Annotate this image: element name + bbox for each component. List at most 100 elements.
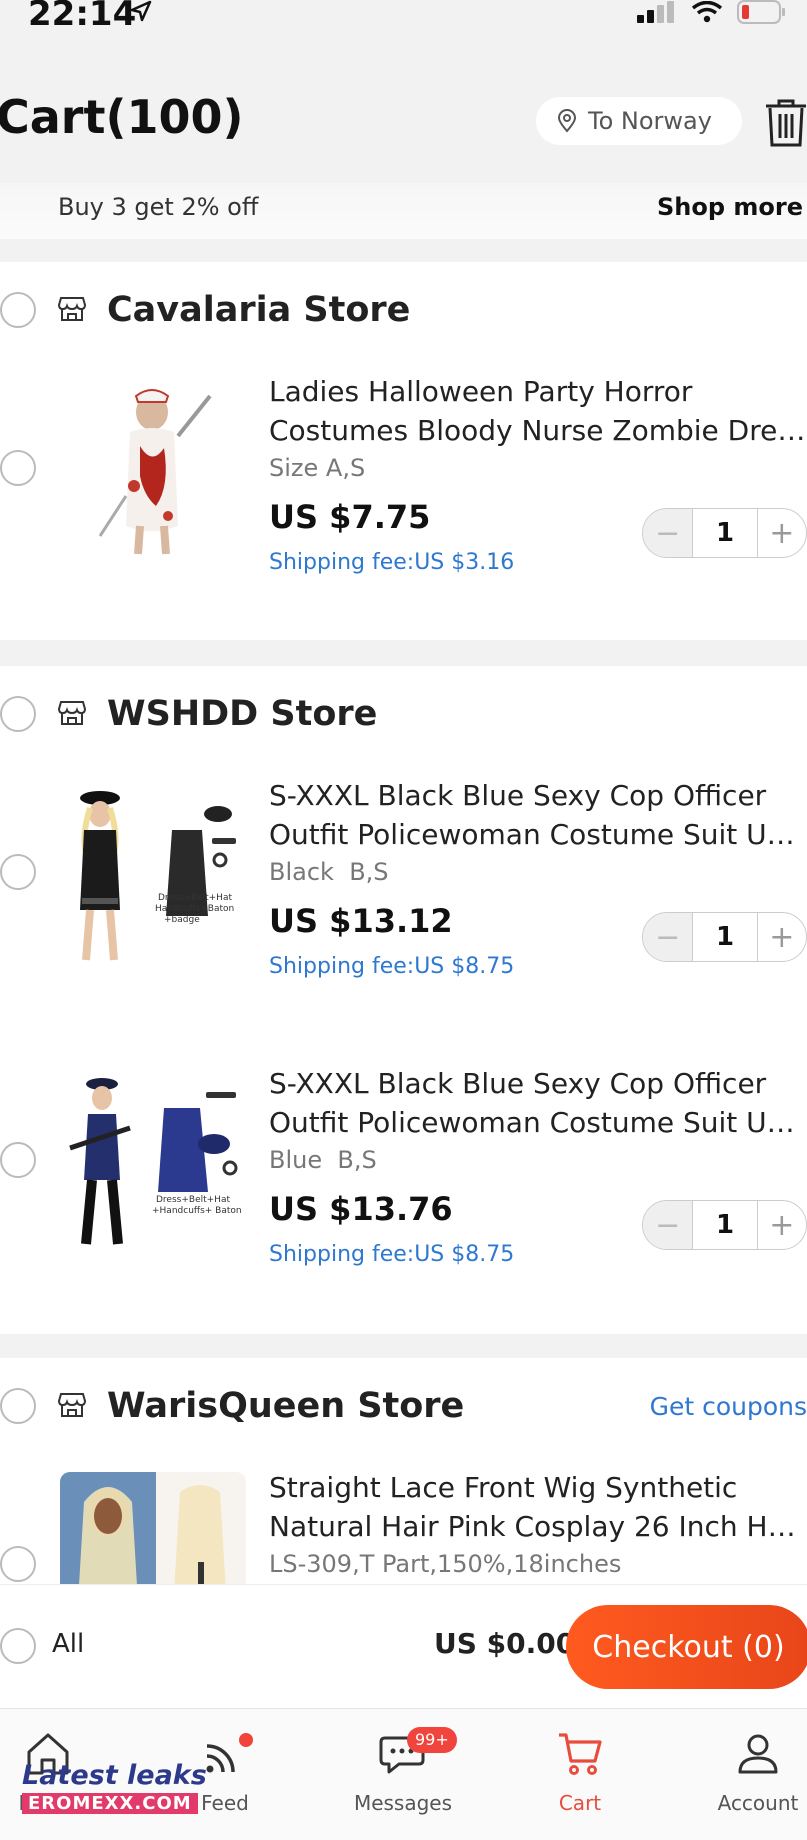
tab-label: Cart [558,1791,602,1815]
product-title-line: Ladies Halloween Party Horror [269,375,693,408]
checkout-bar: All US $0.00 Checkout (0) [0,1584,807,1708]
svg-text:+badge: +badge [164,915,200,925]
page-title: Cart(100) [0,90,244,144]
product-sku[interactable]: Blue B,S [269,1146,377,1174]
product-title[interactable]: S-XXXL Black Blue Sexy Cop Officer Outfi… [269,776,807,854]
store-header: Cavalaria Store [0,282,807,342]
messages-icon-wrap: 99+ [333,1727,473,1781]
store-name[interactable]: WarisQueen Store [107,1386,464,1426]
status-bar: 22:14 [0,0,807,40]
tab-account[interactable]: Account [688,1727,807,1815]
cart-item: Ladies Halloween Party Horror Costumes B… [0,346,807,606]
watermark: Latest leaks EROMEXX.COM [22,1760,207,1814]
checkout-button[interactable]: Checkout (0) [566,1605,807,1689]
product-title-line: Natural Hair Pink Cosplay 26 Inch Hea... [269,1510,807,1543]
store-header: WSHDD Store [0,686,807,746]
cart-icon-wrap [510,1727,650,1781]
location-pin-icon [557,109,577,133]
get-coupons-link[interactable]: Get coupons [650,1392,807,1421]
decrease-button[interactable]: − [643,913,693,961]
quantity-value[interactable]: 1 [692,913,758,961]
shipping-fee: Shipping fee:US $8.75 [269,954,515,979]
destination-selector[interactable]: To Norway [536,97,742,145]
decrease-button[interactable]: − [643,509,693,557]
increase-button[interactable]: + [758,913,806,961]
product-sku[interactable]: Size A,S [269,454,365,482]
cart-item: Dress+Belt+Hat +Handcuffs+ Baton S-XXXL … [0,1038,807,1298]
tab-cart[interactable]: Cart [510,1727,650,1815]
nurse-costume-image [60,376,246,562]
select-all-radio[interactable] [0,1628,36,1664]
location-arrow-icon [130,0,152,22]
product-title-line: Outfit Policewoman Costume Suit Unif... [269,1106,807,1139]
product-sku[interactable]: LS-309,T Part,150%,18inches [269,1550,621,1578]
product-image[interactable]: Dress+Belt+Hat Handcuffs+Baton +badge [60,780,246,966]
quantity-value[interactable]: 1 [692,509,758,557]
product-sku[interactable]: Black B,S [269,858,389,886]
signal-icon [637,1,674,23]
store-select-radio[interactable] [0,1388,36,1424]
item-select-radio[interactable] [0,1546,36,1582]
shipping-fee: Shipping fee:US $3.16 [269,550,515,575]
shop-more-link[interactable]: Shop more [657,193,803,221]
store-select-radio[interactable] [0,696,36,732]
quantity-stepper: − 1 + [642,508,807,558]
quantity-value[interactable]: 1 [692,1201,758,1249]
product-title-line: S-XXXL Black Blue Sexy Cop Officer [269,779,767,812]
product-title-line: S-XXXL Black Blue Sexy Cop Officer [269,1067,767,1100]
tab-messages[interactable]: 99+ Messages [333,1727,473,1815]
shipping-fee: Shipping fee:US $8.75 [269,1242,515,1267]
increase-button[interactable]: + [758,1201,806,1249]
status-icons [637,0,787,24]
wifi-icon [691,1,723,23]
quantity-stepper: − 1 + [642,912,807,962]
destination-label: To Norway [588,107,712,135]
decrease-button[interactable]: − [643,1201,693,1249]
store-icon [58,701,86,725]
store-header: WarisQueen Store Get coupons [0,1378,807,1438]
promo-bar: Buy 3 get 2% off Shop more [0,183,807,239]
increase-button[interactable]: + [758,509,806,557]
item-select-radio[interactable] [0,450,36,486]
store-icon [58,1393,86,1417]
svg-text:Dress+Belt+Hat: Dress+Belt+Hat [156,1195,230,1205]
watermark-subtitle: EROMEXX.COM [22,1793,198,1814]
product-title[interactable]: Ladies Halloween Party Horror Costumes B… [269,372,807,450]
product-price: US $13.76 [269,1190,453,1228]
message-count-badge: 99+ [407,1727,457,1753]
watermark-title: Latest leaks [22,1760,207,1791]
cart-item: Dress+Belt+Hat Handcuffs+Baton +badge S-… [0,750,807,1010]
product-image[interactable] [60,1472,246,1584]
cart-icon [559,1733,602,1775]
cop-costume-blue-image: Dress+Belt+Hat +Handcuffs+ Baton [60,1068,246,1254]
product-title-line: Outfit Policewoman Costume Suit Unif... [269,818,807,851]
product-image[interactable] [60,376,246,562]
product-image[interactable]: Dress+Belt+Hat +Handcuffs+ Baton [60,1068,246,1254]
product-title[interactable]: S-XXXL Black Blue Sexy Cop Officer Outfi… [269,1064,807,1142]
cop-costume-black-image: Dress+Belt+Hat Handcuffs+Baton +badge [60,780,246,966]
item-select-radio[interactable] [0,1142,36,1178]
select-all-label[interactable]: All [52,1629,84,1659]
item-select-radio[interactable] [0,854,36,890]
store-select-radio[interactable] [0,292,36,328]
product-title-line: Straight Lace Front Wig Synthetic [269,1471,738,1504]
store-section: WSHDD Store Dress+Belt+Hat Handcuffs+Bat… [0,666,807,1334]
product-price: US $7.75 [269,498,431,536]
battery-icon [737,0,785,24]
quantity-stepper: − 1 + [642,1200,807,1250]
delete-button[interactable] [764,98,807,148]
store-section: Cavalaria Store Ladies Halloween Party H… [0,262,807,640]
store-name[interactable]: Cavalaria Store [107,290,410,330]
svg-text:+Handcuffs+ Baton: +Handcuffs+ Baton [152,1206,242,1216]
trash-icon [766,99,806,147]
store-section: WarisQueen Store Get coupons Straight La… [0,1358,807,1584]
account-icon [738,1734,778,1774]
svg-text:Handcuffs+Baton: Handcuffs+Baton [155,904,234,914]
wig-image [60,1472,246,1584]
store-name[interactable]: WSHDD Store [107,694,377,734]
promo-text: Buy 3 get 2% off [58,193,259,221]
product-title[interactable]: Straight Lace Front Wig Synthetic Natura… [269,1468,807,1546]
notification-dot [239,1733,253,1747]
account-icon-wrap [688,1727,807,1781]
product-title-line: Costumes Bloody Nurse Zombie Dress... [269,414,807,447]
